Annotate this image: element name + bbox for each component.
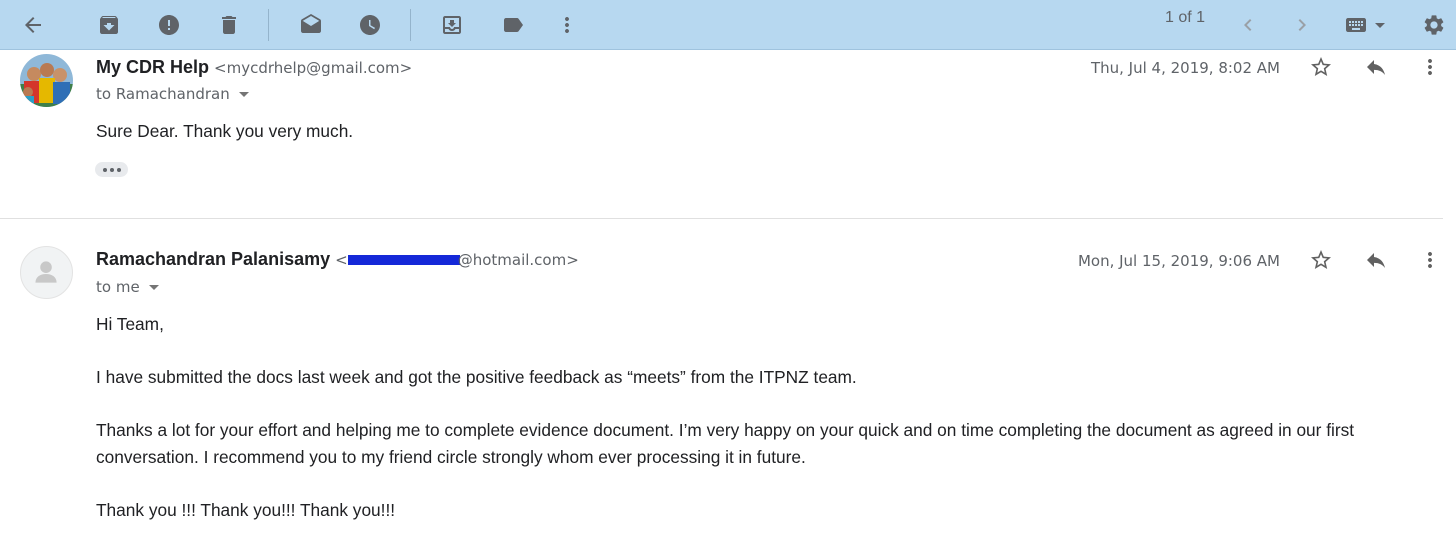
star-icon[interactable] bbox=[1303, 242, 1339, 278]
reply-icon[interactable] bbox=[1358, 49, 1394, 85]
sender-line: My CDR Help <mycdrhelp@gmail.com> bbox=[96, 57, 412, 78]
chevron-down-icon[interactable] bbox=[238, 92, 249, 97]
dot bbox=[102, 167, 107, 172]
message-2: Ramachandran Palanisamy < @hotmail.com> t… bbox=[0, 219, 1456, 538]
dot bbox=[109, 167, 114, 172]
sender-name[interactable]: My CDR Help bbox=[96, 57, 209, 77]
body-paragraph: Sure Dear. Thank you very much. bbox=[96, 121, 354, 141]
message-date: Mon, Jul 15, 2019, 9:06 AM bbox=[1077, 252, 1280, 270]
redaction-bar bbox=[347, 254, 460, 265]
sender-email-prefix: < bbox=[335, 251, 348, 269]
recipient-label: to Ramachandran bbox=[96, 85, 230, 103]
sender-line: Ramachandran Palanisamy < @hotmail.com> bbox=[96, 249, 579, 270]
avatar[interactable] bbox=[20, 54, 73, 107]
sender-email-suffix: @hotmail.com> bbox=[457, 251, 579, 269]
message-1: My CDR Help <mycdrhelp@gmail.com> to Ram… bbox=[0, 0, 1456, 218]
body-paragraph: I have submitted the docs last week and … bbox=[96, 367, 857, 387]
body-paragraph: Thank you !!! Thank you!!! Thank you!!! bbox=[96, 500, 396, 520]
message-body: Hi Team, I have submitted the docs last … bbox=[96, 311, 1406, 538]
sender-name[interactable]: Ramachandran Palanisamy bbox=[96, 249, 330, 269]
body-paragraph: Thanks a lot for your effort and helping… bbox=[96, 420, 1355, 467]
message-body: Sure Dear. Thank you very much. bbox=[96, 118, 1406, 171]
more-vert-icon[interactable] bbox=[1412, 242, 1448, 278]
avatar[interactable] bbox=[20, 246, 73, 299]
reply-icon[interactable] bbox=[1358, 242, 1394, 278]
recipient-details[interactable]: to me bbox=[96, 278, 159, 296]
body-paragraph: Hi Team, bbox=[96, 314, 164, 334]
recipient-label: to me bbox=[96, 278, 140, 296]
show-trimmed-content-button[interactable] bbox=[95, 162, 128, 177]
chevron-down-icon[interactable] bbox=[148, 285, 159, 290]
more-vert-icon[interactable] bbox=[1412, 49, 1448, 85]
dot bbox=[116, 167, 121, 172]
sender-email: < @hotmail.com> bbox=[335, 251, 579, 269]
sender-email: <mycdrhelp@gmail.com> bbox=[214, 59, 413, 77]
star-icon[interactable] bbox=[1303, 49, 1339, 85]
recipient-details[interactable]: to Ramachandran bbox=[96, 85, 249, 103]
message-date: Thu, Jul 4, 2019, 8:02 AM bbox=[1090, 59, 1280, 77]
